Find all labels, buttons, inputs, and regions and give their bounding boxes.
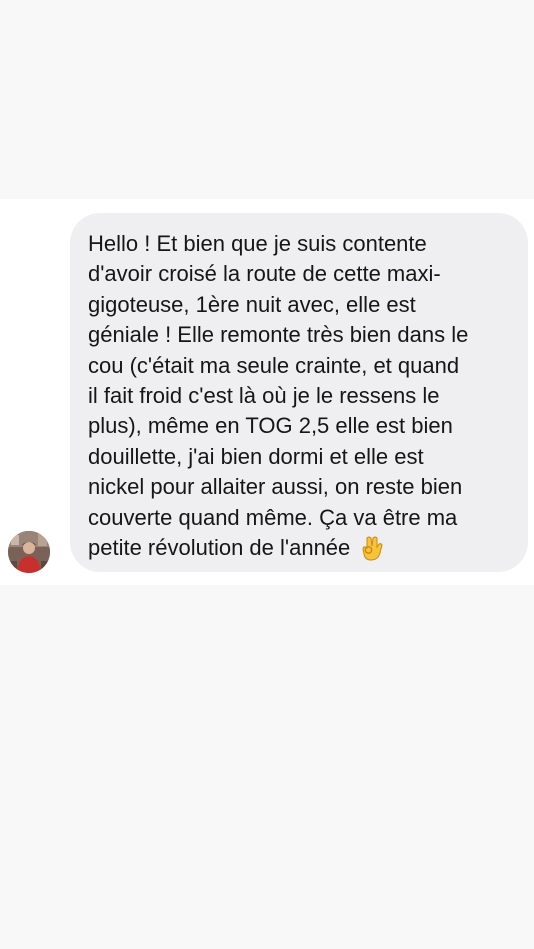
ok-hand-emoji-icon [362, 536, 383, 561]
sender-avatar[interactable] [8, 531, 50, 573]
top-background [0, 0, 534, 199]
bottom-background [0, 585, 534, 949]
avatar-photo-icon [8, 531, 50, 573]
message-text: Hello ! Et bien que je suis contente d'a… [88, 229, 512, 563]
message-bubble[interactable]: Hello ! Et bien que je suis contente d'a… [70, 213, 528, 572]
message-body: Hello ! Et bien que je suis contente d'a… [88, 231, 469, 561]
